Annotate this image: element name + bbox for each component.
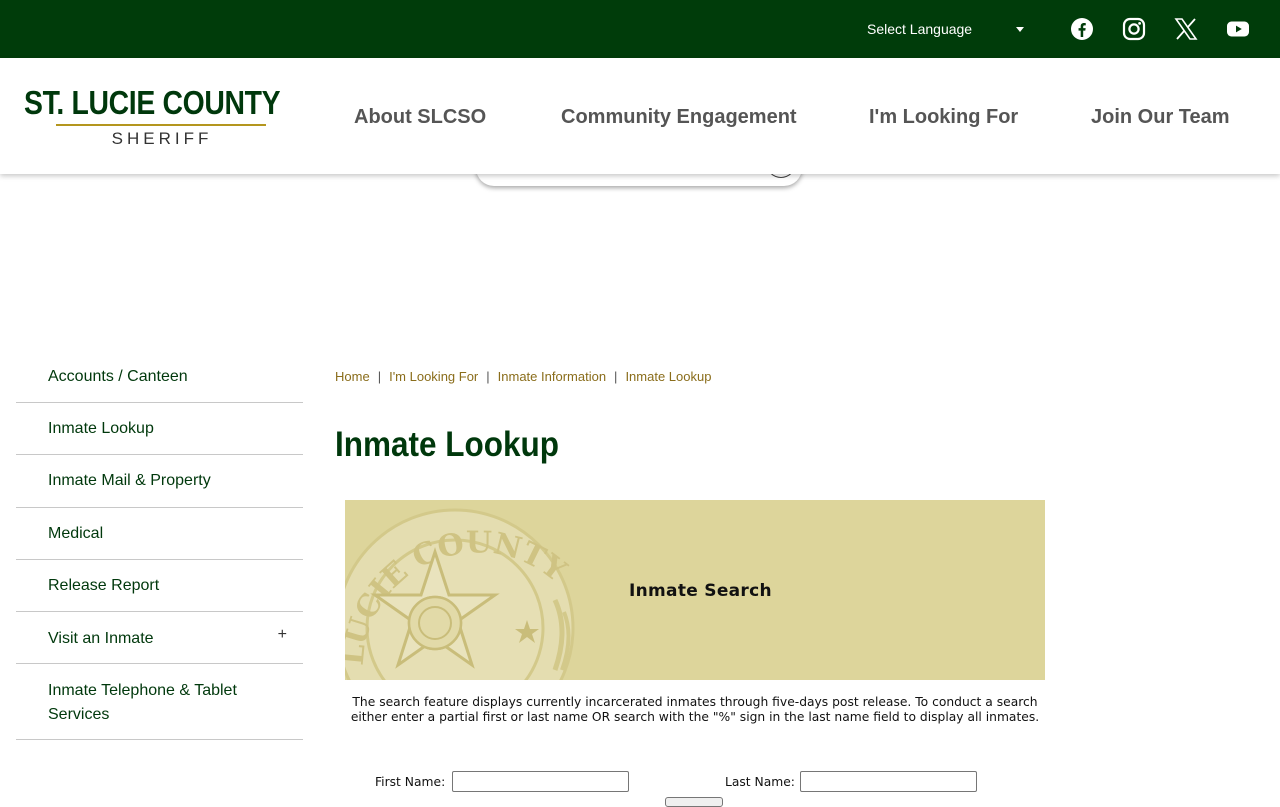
sidebar-item-label: Release Report [48,577,160,594]
first-name-label: First Name: [375,775,446,789]
sidebar-item-label: Medical [48,525,104,542]
sidebar-item-medical[interactable]: Medical [16,508,303,560]
nav-looking-for[interactable]: I'm Looking For [869,105,1018,129]
breadcrumb: Home | I'm Looking For | Inmate Information |… [335,369,711,385]
logo-title: ST. LUCIE COUNTY [24,84,281,121]
breadcrumb-looking-for[interactable]: I'm Looking For [389,369,478,384]
top-utility-bar: Select Language [0,0,1280,58]
expand-plus-icon[interactable]: + [278,625,287,645]
x-icon[interactable] [1174,17,1198,41]
instagram-icon[interactable] [1122,17,1146,41]
facebook-icon[interactable] [1070,17,1094,41]
sidebar-item-label: Accounts / Canteen [48,368,188,385]
sidebar-item-label: Inmate Lookup [48,420,154,437]
site-logo[interactable]: ST. LUCIE COUNTY SHERIFF [24,84,300,150]
breadcrumb-separator: | [486,369,490,384]
nav-join-our-team[interactable]: Join Our Team [1091,105,1230,129]
inmate-search-title: Inmate Search [629,581,772,601]
logo-subtitle: SHERIFF [111,129,213,148]
youtube-icon[interactable] [1226,17,1250,41]
search-description: The search feature displays currently in… [350,695,1040,724]
sidebar-item-label: Visit an Inmate [48,630,154,647]
sidebar-item-inmate-telephone-tablet[interactable]: Inmate Telephone & Tablet Services [16,664,303,740]
sidebar-item-label: Inmate Telephone & Tablet Services [48,682,237,723]
chevron-down-icon[interactable] [1016,27,1024,32]
breadcrumb-inmate-lookup[interactable]: Inmate Lookup [625,369,711,384]
breadcrumb-home[interactable]: Home [335,369,370,384]
nav-community-engagement[interactable]: Community Engagement [561,105,797,129]
sidebar-item-visit-an-inmate[interactable]: Visit an Inmate + [16,612,303,664]
sidebar-item-release-report[interactable]: Release Report [16,560,303,612]
search-submit-button[interactable] [665,797,723,807]
last-name-input[interactable] [800,771,977,792]
breadcrumb-separator: | [614,369,618,384]
sidebar-item-label: Inmate Mail & Property [48,472,211,489]
sidebar-item-inmate-mail-property[interactable]: Inmate Mail & Property [16,455,303,508]
first-name-input[interactable] [452,771,629,792]
language-select[interactable]: Select Language [867,20,972,38]
site-header: ST. LUCIE COUNTY SHERIFF About SLCSO Com… [0,58,1280,174]
breadcrumb-inmate-information[interactable]: Inmate Information [498,369,606,384]
nav-about[interactable]: About SLCSO [354,105,486,129]
sidebar-nav: Accounts / Canteen Inmate Lookup Inmate … [16,350,303,740]
breadcrumb-separator: | [377,369,382,384]
last-name-label: Last Name: [725,775,795,789]
sheriff-seal-watermark: LUCIE COUNTY [345,508,575,680]
page-title: Inmate Lookup [335,425,560,464]
sidebar-item-accounts-canteen[interactable]: Accounts / Canteen [16,350,303,403]
sidebar-item-inmate-lookup[interactable]: Inmate Lookup [16,403,303,455]
logo-divider [56,124,266,126]
